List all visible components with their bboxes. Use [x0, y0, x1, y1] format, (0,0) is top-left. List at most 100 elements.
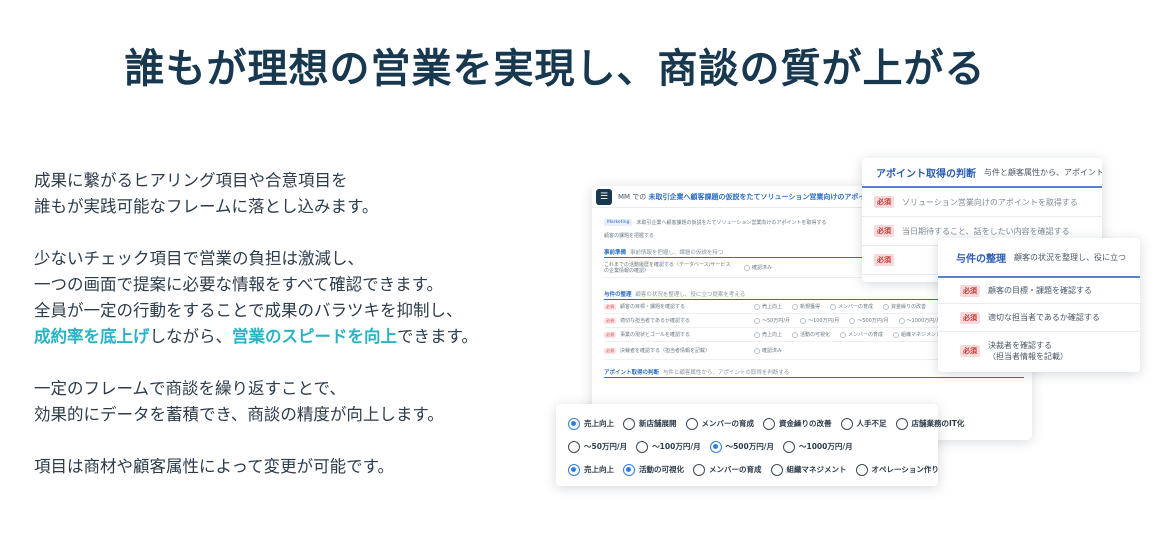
row-text: 適切な担当者であるか確認する: [620, 318, 690, 324]
radio-option[interactable]: メンバーの育成: [693, 463, 762, 476]
option-label: 〜100万円/月: [652, 442, 701, 451]
radio-icon[interactable]: [623, 417, 635, 430]
radio-selected-icon[interactable]: [709, 440, 722, 453]
row-option: メンバーの育成: [848, 332, 884, 338]
radio-option[interactable]: 売上向上: [568, 417, 614, 430]
radio-option[interactable]: 売上向上: [568, 463, 614, 476]
required-badge: 必須: [960, 284, 980, 297]
radio-icon[interactable]: [754, 303, 760, 310]
radio-option[interactable]: 〜1000万円/月: [783, 440, 853, 453]
row-option: 〜1000万円/月: [906, 318, 941, 324]
row-option: 活動の可視化: [800, 332, 831, 338]
radio-icon[interactable]: [895, 417, 908, 430]
radio-icon[interactable]: [849, 317, 856, 324]
requirement-row[interactable]: 必須 顧客の目標・課題を確認する: [938, 278, 1140, 304]
radio-selected-icon[interactable]: [568, 463, 580, 476]
radio-icon[interactable]: [754, 331, 760, 338]
menu-icon[interactable]: ☰: [596, 188, 612, 205]
main-screen-title: MM での 未取引企業へ顧客課題の仮説をたてソリューション営業向けのアポイントを: [618, 192, 886, 202]
card-header: アポイント取得の判断 与件と顧客属性から、アポイントの取: [862, 158, 1102, 188]
card-title: アポイント取得の判断: [876, 168, 976, 180]
radio-option[interactable]: 資金繰りの改善: [763, 417, 832, 430]
title-highlight: 未取引企業へ顧客課題の仮説をたてソリューション営業向けのアポイントを: [648, 192, 887, 201]
radio-icon[interactable]: [792, 331, 799, 338]
radio-option[interactable]: 店舗業務のIT化: [895, 417, 964, 430]
row-option: 〜500万円/月: [857, 318, 889, 324]
headline: 誰もが理想の営業を実現し、商談の質が上がる: [124, 46, 986, 92]
row-text: 決裁者を確認する（担当者情報を記載）: [620, 348, 711, 354]
radio-icon[interactable]: [792, 303, 799, 310]
radio-icon[interactable]: [568, 440, 580, 453]
option-label: 資金繰りの改善: [779, 419, 832, 428]
requirement-row[interactable]: 必須 適切な担当者であるか確認する: [938, 304, 1140, 332]
row-text: これまでの活動履歴を確認する（データベース/サービスの企業情報の確認）: [604, 261, 731, 274]
option-label: 売上向上: [584, 419, 614, 428]
text-line: 全員が一定の行動をすることで成果のバラツキを抑制し、: [34, 301, 463, 320]
radio-icon[interactable]: [898, 317, 905, 324]
requirement-text: ソリューション営業向けのアポイントを取得する: [902, 197, 1078, 207]
radio-option[interactable]: 新店舗展開: [623, 417, 677, 430]
card-header: 与件の整理 顧客の状況を整理し、役に立つ: [938, 238, 1140, 278]
paragraph-1: 成果に繋がるヒアリング項目や合意項目を 誰もが実践可能なフレームに落とし込みます…: [34, 168, 554, 220]
row-option: 売上向上: [762, 332, 783, 338]
radio-icon[interactable]: [783, 440, 795, 453]
radio-option[interactable]: 活動の可視化: [623, 463, 684, 476]
required-badge: 必須: [960, 345, 980, 357]
row-option: 売上向上: [762, 304, 783, 310]
required-badge: 必須: [874, 225, 894, 237]
radio-option[interactable]: 〜500万円/月: [709, 440, 774, 453]
option-label: オペレーション作り: [871, 465, 939, 474]
row-option: メンバーの育成: [838, 304, 874, 310]
radio-icon[interactable]: [754, 317, 760, 324]
option-label: 組織マネジメント: [786, 465, 847, 474]
radio-icon[interactable]: [840, 417, 853, 430]
text-line: 項目は商材や顧客属性によって変更が可能です。: [34, 457, 395, 476]
requirement-text: 当日期待すること、話をしたい内容を確認する: [902, 226, 1070, 236]
radio-icon[interactable]: [830, 303, 837, 310]
option-label: 〜1000万円/月: [799, 442, 853, 451]
marketing-tag: Marketing: [604, 219, 633, 226]
radio-option[interactable]: メンバーの育成: [685, 417, 755, 430]
required-badge: 必須: [604, 303, 616, 310]
radio-icon[interactable]: [754, 347, 760, 354]
highlight-text: 成約率を底上げ: [34, 327, 150, 346]
requirement-row[interactable]: 必須 ソリューション営業向けのアポイントを取得する: [862, 188, 1102, 217]
goal-text: 未取引企業へ顧客課題の仮説をたてソリューション営業向けのアポイントを取得する: [636, 220, 827, 226]
section-subtitle: 顧客の状況を整理し、役に立つ提案を考える: [635, 291, 746, 298]
option-label: 〜50万円/月: [584, 442, 628, 451]
radio-option[interactable]: 人手不足: [840, 417, 887, 430]
radio-option[interactable]: 〜100万円/月: [636, 440, 701, 453]
section-subtitle: 事前情報を把握し、課題の仮説を持つ: [629, 249, 724, 256]
text-line: 一つの画面で提案に必要な情報をすべて確認できます。: [34, 275, 444, 294]
highlight-text: 営業のスピードを向上: [232, 327, 397, 346]
required-badge: 必須: [604, 317, 616, 324]
option-label: メンバーの育成: [701, 419, 755, 428]
text-line: 成果に繋がるヒアリング項目や合意項目を: [34, 171, 348, 190]
radio-icon[interactable]: [685, 417, 698, 430]
option-label: 活動の可視化: [639, 465, 684, 474]
radio-selected-icon[interactable]: [568, 417, 580, 430]
radio-icon[interactable]: [770, 463, 783, 476]
text-line: 一定のフレームで商談を繰り返すことで、: [34, 379, 346, 398]
radio-icon[interactable]: [763, 417, 775, 430]
radio-option[interactable]: 〜50万円/月: [568, 440, 628, 453]
radio-icon[interactable]: [693, 463, 705, 476]
row-option: 〜50万円/月: [762, 318, 791, 324]
option-label: 人手不足: [856, 419, 887, 428]
row-option: 組織マネジメント: [901, 332, 942, 338]
row-option: 新規獲得: [800, 304, 821, 310]
requirement-text: 顧客の目標・課題を確認する: [988, 286, 1092, 295]
radio-option[interactable]: オペレーション作り: [855, 463, 939, 476]
radio-selected-icon[interactable]: [623, 463, 635, 476]
option-label: 売上向上: [584, 465, 614, 474]
radio-icon[interactable]: [883, 303, 890, 310]
radio-icon[interactable]: [855, 463, 868, 476]
requirement-row[interactable]: 必須 決裁者を確認する （担当者情報を記載）: [938, 332, 1140, 370]
radio-icon[interactable]: [893, 331, 900, 338]
radio-icon[interactable]: [840, 331, 847, 338]
requirement-text-line: （担当者情報を記載）: [988, 352, 1068, 361]
radio-icon[interactable]: [800, 317, 807, 324]
radio-icon[interactable]: [636, 440, 649, 453]
radio-option[interactable]: 組織マネジメント: [770, 463, 847, 476]
radio-icon[interactable]: [744, 264, 750, 271]
